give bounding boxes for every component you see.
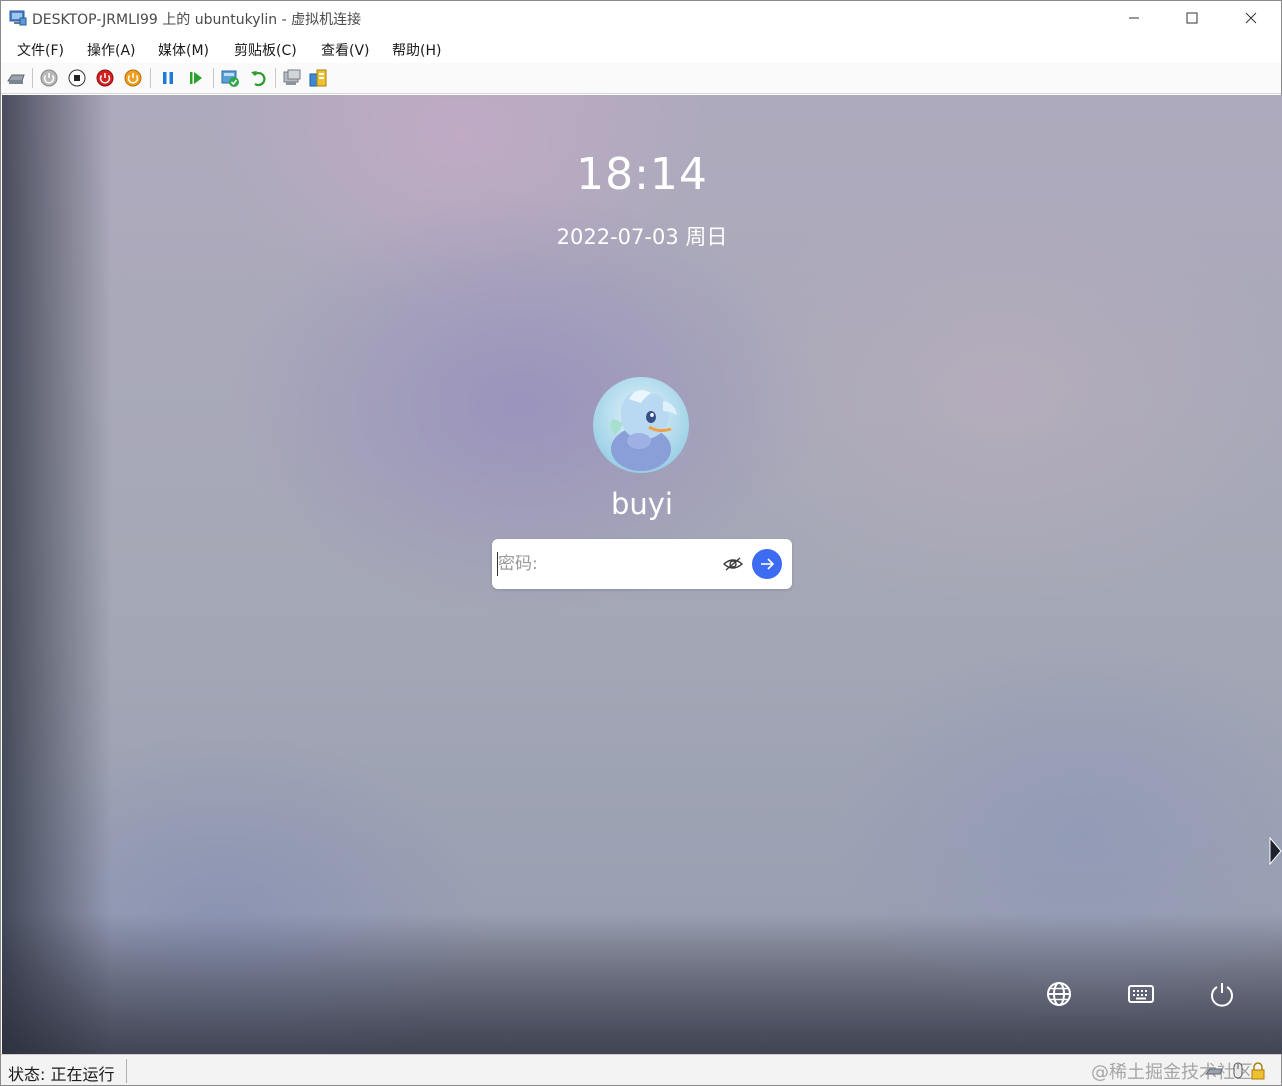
revert-button[interactable] — [248, 68, 268, 88]
power-button[interactable] — [1208, 980, 1236, 1008]
background-shade — [2, 915, 1282, 1054]
shut-down-button[interactable] — [95, 68, 115, 88]
status-bar: 状态: 正在运行 @稀土掘金技术社区 — [1, 1054, 1281, 1085]
status-text: 状态: 正在运行 — [8, 1065, 115, 1084]
toolbar-separator — [150, 68, 151, 88]
turn-off-icon — [68, 69, 86, 87]
window-title: DESKTOP-JRMLI99 上的 ubuntukylin - 虚拟机连接 — [32, 12, 362, 28]
menu-file[interactable]: 文件(F) — [17, 40, 64, 60]
lock-date: 2022-07-03 周日 — [556, 225, 728, 249]
resume-button[interactable] — [186, 68, 206, 88]
user-avatar[interactable] — [593, 377, 689, 473]
password-box — [492, 539, 792, 589]
language-globe-icon — [1047, 982, 1071, 1006]
minimize-icon — [1129, 17, 1139, 19]
language-button[interactable] — [1045, 980, 1073, 1008]
vm-connection-window: DESKTOP-JRMLI99 上的 ubuntukylin - 虚拟机连接 文… — [0, 0, 1282, 1086]
lock-tray-icon — [1251, 1062, 1265, 1080]
virtual-keyboard-button[interactable] — [1127, 980, 1155, 1008]
mouse-tray-icon — [1233, 1062, 1243, 1079]
checkpoint-button[interactable] — [220, 68, 240, 88]
pause-button[interactable] — [158, 68, 178, 88]
pause-icon — [163, 72, 173, 84]
toolbar-separator — [213, 68, 214, 88]
ctrl-alt-del-icon — [7, 74, 25, 84]
username-label: buyi — [610, 487, 673, 521]
toolbar-separator — [275, 68, 276, 88]
vm-connection-app-icon — [9, 10, 27, 26]
close-icon — [1245, 12, 1257, 24]
menu-action[interactable]: 操作(A) — [87, 40, 136, 60]
maximize-button[interactable] — [1163, 1, 1221, 35]
share-button[interactable] — [308, 68, 328, 88]
arrow-right-icon — [761, 558, 775, 570]
vm-display[interactable]: 18:14 2022-07-03 周日 buyi — [2, 95, 1282, 1054]
share-icon — [309, 69, 327, 87]
keyboard-tray-icon — [1205, 1068, 1223, 1075]
minimize-button[interactable] — [1105, 1, 1163, 35]
menu-help[interactable]: 帮助(H) — [392, 40, 441, 60]
menu-media[interactable]: 媒体(M) — [158, 40, 209, 60]
resume-icon — [190, 72, 202, 84]
power-icon — [1211, 983, 1233, 1007]
menu-view[interactable]: 查看(V) — [321, 40, 370, 60]
checkpoint-icon — [221, 70, 239, 87]
keyboard-icon — [1128, 985, 1154, 1003]
unlock-submit-button[interactable] — [752, 549, 782, 579]
lock-clock: 18:14 — [576, 149, 708, 200]
password-input[interactable] — [498, 549, 708, 579]
status-separator — [126, 1059, 127, 1083]
enhanced-session-icon — [283, 69, 301, 85]
toolbar-separator — [32, 68, 33, 88]
title-bar[interactable]: DESKTOP-JRMLI99 上的 ubuntukylin - 虚拟机连接 — [1, 1, 1281, 35]
turn-off-button[interactable] — [67, 68, 87, 88]
save-icon — [124, 69, 142, 87]
close-button[interactable] — [1222, 1, 1280, 35]
ctrl-alt-del-button[interactable] — [6, 68, 26, 88]
start-icon — [40, 69, 58, 87]
avatar-image — [610, 390, 677, 471]
menu-bar: 文件(F) 操作(A) 媒体(M) 剪贴板(C) 查看(V) 帮助(H) — [1, 35, 1281, 63]
eye-hidden-icon — [723, 557, 743, 571]
toggle-password-visibility-button[interactable] — [722, 553, 744, 575]
pointer-arrow-icon — [1269, 837, 1282, 865]
enhanced-session-button[interactable] — [282, 68, 302, 88]
shut-down-icon — [96, 69, 114, 87]
maximize-icon — [1186, 12, 1198, 24]
menu-clipboard[interactable]: 剪贴板(C) — [234, 40, 297, 60]
text-caret — [497, 552, 498, 576]
save-button[interactable] — [123, 68, 143, 88]
revert-icon — [251, 71, 266, 87]
start-button[interactable] — [39, 68, 59, 88]
toolbar — [1, 63, 1281, 94]
